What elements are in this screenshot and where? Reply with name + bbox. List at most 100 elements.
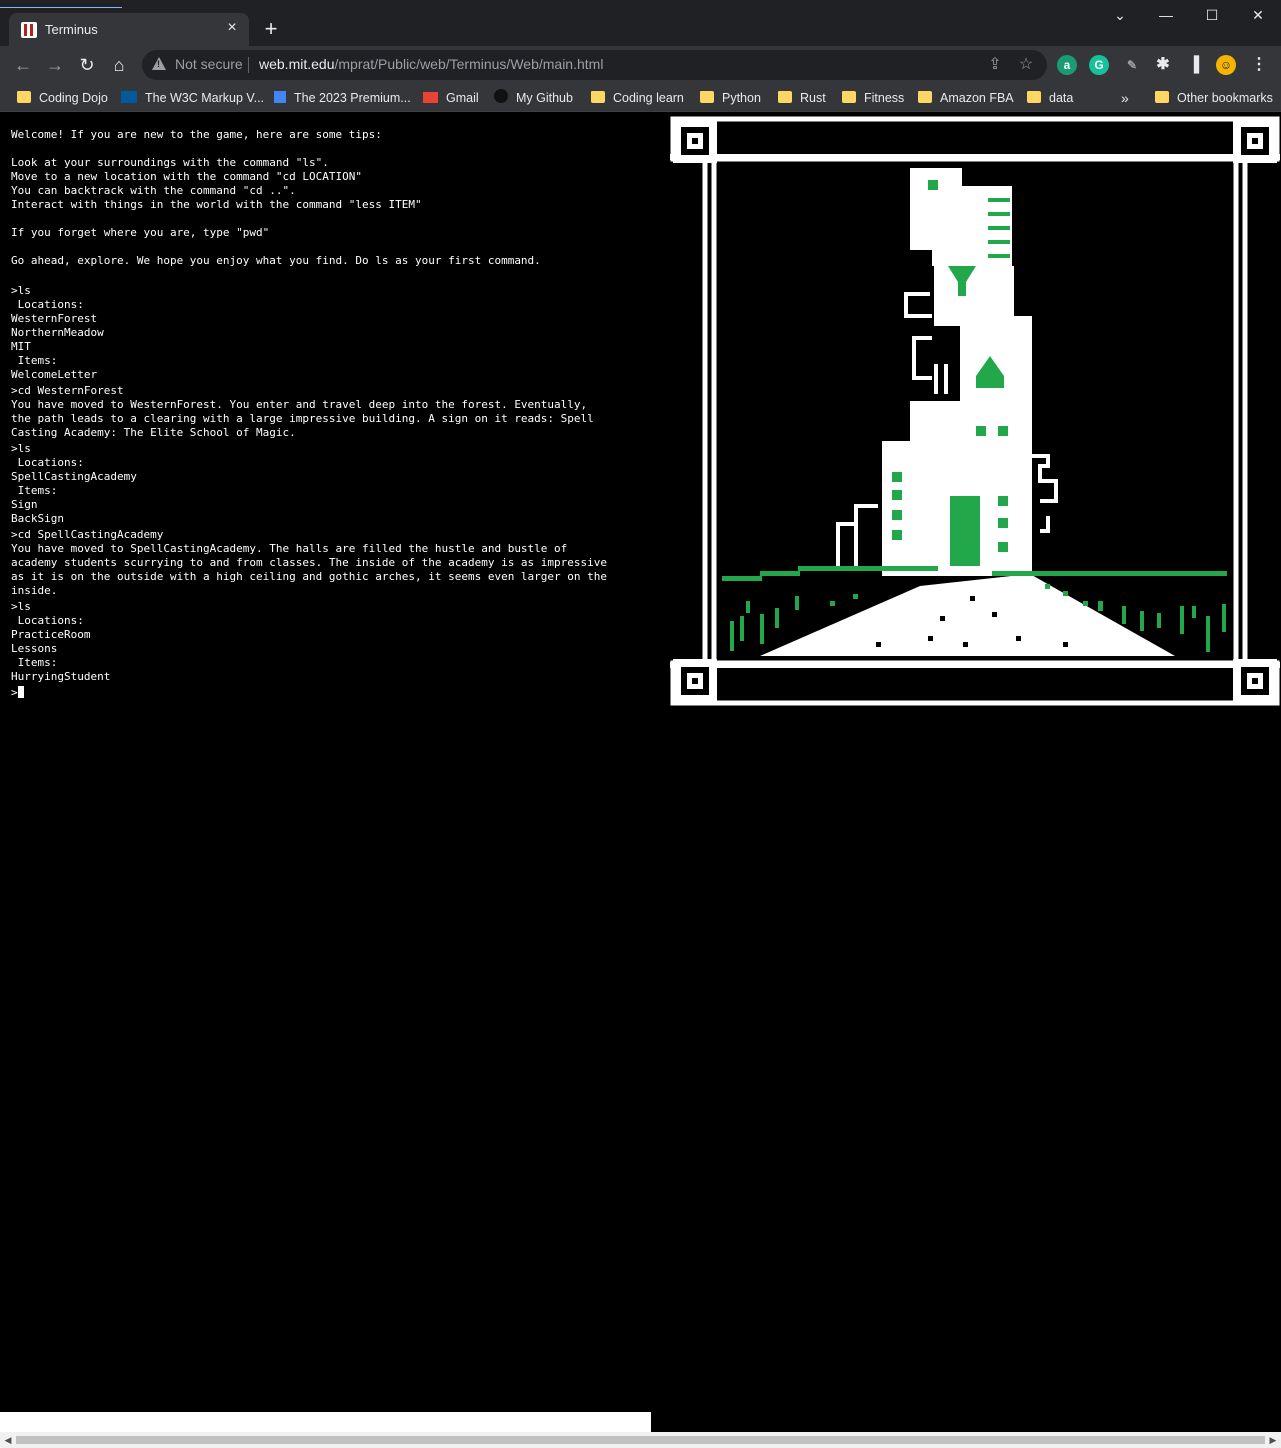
grammarly-icon[interactable]: G xyxy=(1089,55,1109,75)
intro-line: If you forget where you are, type "pwd" xyxy=(11,226,270,239)
bookmark-label: Coding learn xyxy=(613,91,684,105)
intro-line: Move to a new location with the command … xyxy=(11,170,362,183)
output-line: WelcomeLetter xyxy=(11,368,98,381)
output-line: SpellCastingAcademy xyxy=(11,470,137,483)
security-label[interactable]: Not secure xyxy=(175,56,243,72)
command-prompt[interactable]: > xyxy=(11,686,651,700)
bookmark-item[interactable]: Gmail xyxy=(423,89,479,107)
output-line: Locations: xyxy=(11,614,84,627)
url-text[interactable]: web.mit.edu/mprat/Public/web/Terminus/We… xyxy=(259,56,603,72)
bookmark-item[interactable]: Coding Dojo xyxy=(17,89,108,107)
url-domain: web.mit.edu xyxy=(259,56,335,72)
back-button[interactable]: ← xyxy=(10,52,36,78)
scroll-left-icon[interactable]: ◀ xyxy=(0,1432,16,1448)
extensions-puzzle-icon[interactable]: ✱ xyxy=(1153,55,1173,75)
w3c-icon xyxy=(121,91,137,103)
bookmark-item[interactable]: Amazon FBA xyxy=(918,89,1014,107)
maximize-button[interactable]: ☐ xyxy=(1189,0,1235,30)
folder-icon xyxy=(842,91,856,103)
tab-search-button[interactable]: ⌄ xyxy=(1097,0,1143,30)
command-line: >cd SpellCastingAcademy xyxy=(11,528,164,541)
warning-icon[interactable] xyxy=(152,57,166,70)
url-path: /mprat/Public/web/Terminus/Web/main.html xyxy=(334,56,604,72)
bookmark-label: My Github xyxy=(516,91,573,105)
command-input-bar[interactable] xyxy=(0,1412,651,1432)
output-line: Sign xyxy=(11,498,38,511)
close-window-button[interactable]: ✕ xyxy=(1235,0,1281,30)
new-tab-button[interactable]: + xyxy=(258,17,284,43)
output-line: Items: xyxy=(11,484,58,497)
bookmark-label: Python xyxy=(722,91,761,105)
bookmark-label: Coding Dojo xyxy=(39,91,108,105)
intro-line xyxy=(11,240,651,254)
star-icon[interactable]: ☆ xyxy=(1016,55,1036,75)
intro-line: You can backtrack with the command "cd .… xyxy=(11,184,296,197)
folder-icon xyxy=(1155,91,1169,103)
output-line: Casting Academy: The Elite School of Mag… xyxy=(11,426,296,439)
minimize-button[interactable]: — xyxy=(1143,0,1189,30)
output-line: NorthernMeadow xyxy=(11,326,104,339)
bookmark-item[interactable]: Fitness xyxy=(842,89,904,107)
folder-icon xyxy=(1027,91,1041,103)
reload-button[interactable]: ↻ xyxy=(74,52,100,78)
other-bookmarks-folder[interactable]: Other bookmarks xyxy=(1155,89,1273,107)
intro-line: Interact with things in the world with t… xyxy=(11,198,422,211)
folder-icon xyxy=(700,91,714,103)
home-button[interactable]: ⌂ xyxy=(106,52,132,78)
bookmark-item[interactable]: Rust xyxy=(778,89,826,107)
side-panel-icon[interactable]: ▐ xyxy=(1184,55,1204,75)
eyedropper-icon[interactable]: ✎ xyxy=(1122,55,1142,75)
address-bar[interactable]: Not secure web.mit.edu/mprat/Public/web/… xyxy=(142,50,1047,80)
extension-a-icon[interactable]: a xyxy=(1057,55,1077,75)
bookmark-item[interactable]: My Github xyxy=(494,89,573,107)
gmail-icon xyxy=(423,92,438,103)
output-line: academy students scurrying to and from c… xyxy=(11,556,608,569)
bookmark-item[interactable]: Coding learn xyxy=(591,89,684,107)
bookmark-label: Other bookmarks xyxy=(1177,91,1273,105)
horizontal-scrollbar[interactable]: ◀ ▶ xyxy=(0,1432,1281,1448)
output-line: You have moved to WesternForest. You ent… xyxy=(11,398,588,411)
intro-line: Welcome! If you are new to the game, her… xyxy=(11,128,382,141)
output-line: Items: xyxy=(11,354,58,367)
bookmark-label: The 2023 Premium... xyxy=(294,91,411,105)
output-line: Locations: xyxy=(11,298,84,311)
forward-button[interactable]: → xyxy=(42,52,68,78)
folder-icon xyxy=(918,91,932,103)
bookmark-item[interactable]: The 2023 Premium... xyxy=(274,89,411,107)
share-icon[interactable]: ⇪ xyxy=(985,55,1005,75)
command-line: >cd WesternForest xyxy=(11,384,124,397)
folder-icon xyxy=(591,91,605,103)
scrollbar-thumb[interactable] xyxy=(16,1436,1265,1444)
output-line: HurryingStudent xyxy=(11,670,111,683)
bookmark-label: Fitness xyxy=(864,91,905,105)
output-line: BackSign xyxy=(11,512,64,525)
profile-avatar[interactable]: ☺ xyxy=(1216,55,1236,75)
output-line: You have moved to SpellCastingAcademy. T… xyxy=(11,542,568,555)
tab-loading-line xyxy=(0,7,122,8)
bookmark-label: Amazon FBA xyxy=(940,91,1014,105)
bookmark-label: Gmail xyxy=(446,91,479,105)
folder-icon xyxy=(778,91,792,103)
output-line: Locations: xyxy=(11,456,84,469)
terminus-favicon-icon xyxy=(21,22,37,38)
bookmark-label: The W3C Markup V... xyxy=(145,91,265,105)
menu-kebab-icon[interactable]: ⋮ xyxy=(1249,55,1269,75)
bookmark-label: Rust xyxy=(800,91,826,105)
bookmark-item[interactable]: The W3C Markup V... xyxy=(121,89,264,107)
intro-line xyxy=(11,212,651,226)
scroll-right-icon[interactable]: ▶ xyxy=(1265,1432,1281,1448)
terminal-output[interactable]: Welcome! If you are new to the game, her… xyxy=(11,128,651,700)
spell-academy-tower-illustration xyxy=(670,116,1280,706)
doc-icon xyxy=(274,91,286,103)
bookmark-item[interactable]: Python xyxy=(700,89,761,107)
command-line: >ls xyxy=(11,600,31,613)
intro-line: Go ahead, explore. We hope you enjoy wha… xyxy=(11,254,541,267)
bookmark-item[interactable]: data xyxy=(1027,89,1073,107)
tab-terminus[interactable]: Terminus × xyxy=(9,13,249,46)
bookmarks-overflow-button[interactable]: » xyxy=(1121,89,1129,107)
output-line: PracticeRoom xyxy=(11,628,91,641)
text-cursor xyxy=(17,686,24,698)
output-line: Lessons xyxy=(11,642,58,655)
prompt-symbol: > xyxy=(11,686,18,699)
close-icon[interactable]: × xyxy=(223,19,241,37)
